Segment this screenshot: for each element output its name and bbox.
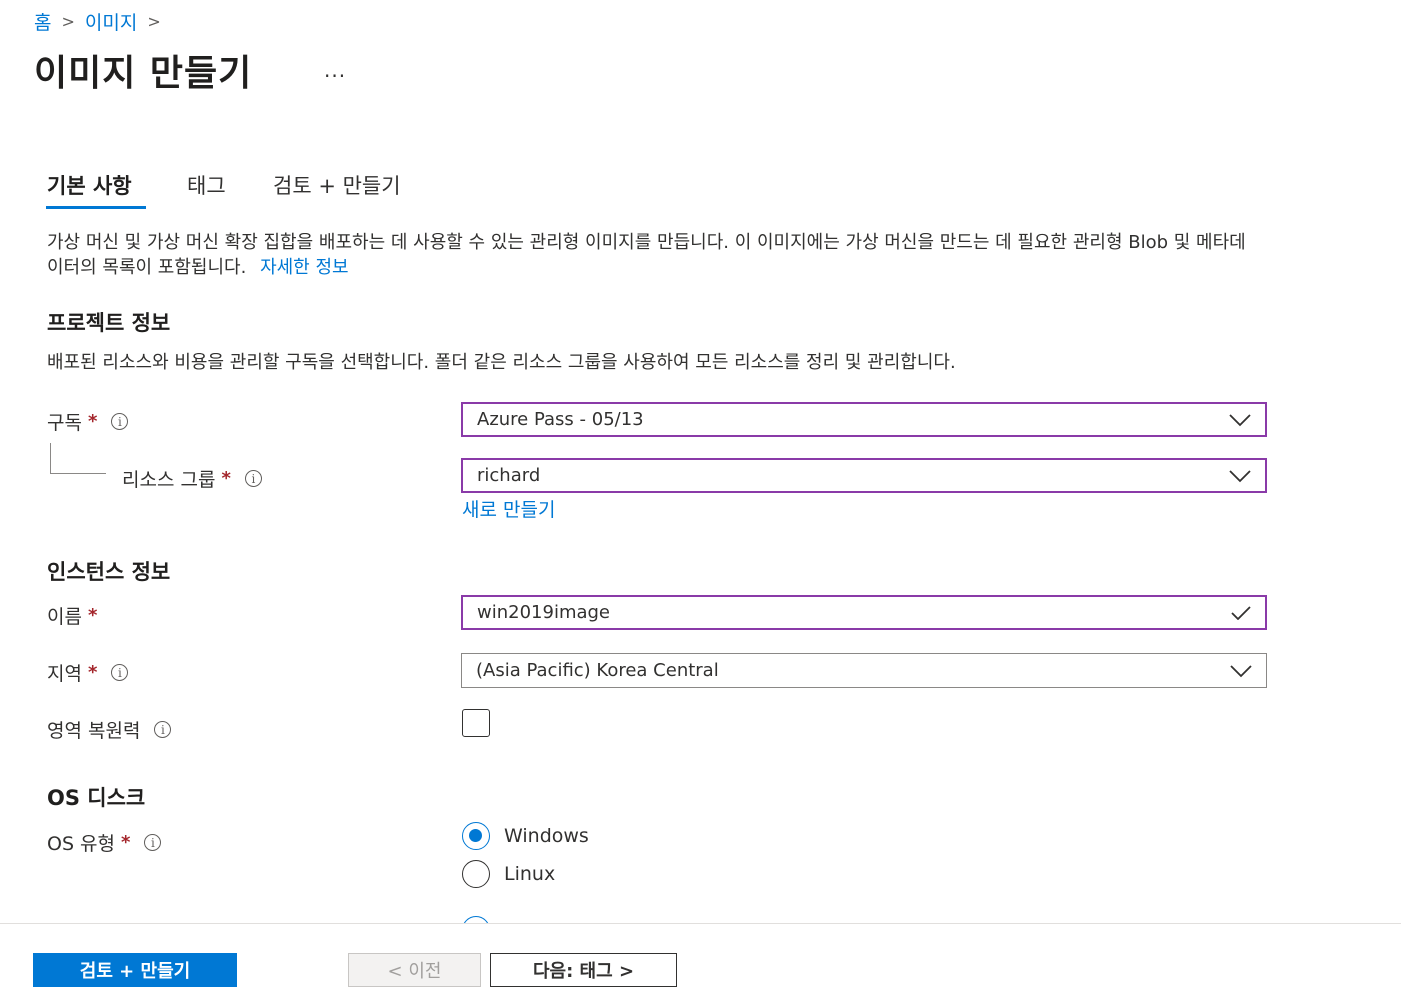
os-type-label-text: OS 유형 xyxy=(47,833,116,855)
chevron-right-icon: > xyxy=(61,12,75,31)
tab-basics[interactable]: 기본 사항 xyxy=(47,170,132,200)
checkmark-icon xyxy=(1231,605,1251,620)
breadcrumb-images-link[interactable]: 이미지 xyxy=(85,8,137,35)
zone-resiliency-label: 영역 복원력 i xyxy=(47,716,172,743)
breadcrumb-home-link[interactable]: 홈 xyxy=(34,8,51,35)
previous-button[interactable]: < 이전 xyxy=(348,953,481,987)
name-label-text: 이름 xyxy=(47,606,82,628)
next-tags-button[interactable]: 다음: 태그 > xyxy=(490,953,677,987)
os-option-windows[interactable]: Windows xyxy=(462,822,589,850)
tree-connector-vertical xyxy=(50,443,51,473)
review-create-button[interactable]: 검토 + 만들기 xyxy=(33,953,237,987)
chevron-down-icon xyxy=(1230,664,1252,677)
required-indicator: * xyxy=(87,411,98,432)
subscription-value: Azure Pass - 05/13 xyxy=(477,409,644,430)
resource-group-label-text: 리소스 그룹 xyxy=(122,469,216,491)
footer-divider xyxy=(0,923,1401,924)
breadcrumb: 홈 > 이미지 > xyxy=(34,8,161,35)
subscription-label: 구독 * i xyxy=(47,408,129,435)
intro-text: 가상 머신 및 가상 머신 확장 집합을 배포하는 데 사용할 수 있는 관리형… xyxy=(47,232,1246,278)
chevron-down-icon xyxy=(1229,469,1251,482)
required-indicator: * xyxy=(87,605,98,626)
info-icon[interactable]: i xyxy=(144,834,162,851)
region-dropdown[interactable]: (Asia Pacific) Korea Central xyxy=(461,653,1267,688)
info-icon[interactable]: i xyxy=(111,664,129,681)
required-indicator: * xyxy=(87,662,98,683)
intro-description: 가상 머신 및 가상 머신 확장 집합을 배포하는 데 사용할 수 있는 관리형… xyxy=(47,230,1247,280)
tab-tags[interactable]: 태그 xyxy=(187,170,226,200)
region-label-text: 지역 xyxy=(47,663,82,685)
os-type-label: OS 유형 * i xyxy=(47,829,162,856)
chevron-right-icon: > xyxy=(147,12,161,31)
instance-details-heading: 인스턴스 정보 xyxy=(47,560,171,584)
learn-more-link[interactable]: 자세한 정보 xyxy=(260,257,349,278)
project-description: 배포된 리소스와 비용을 관리할 구독을 선택합니다. 폴더 같은 리소스 그룹… xyxy=(47,352,956,373)
active-tab-indicator xyxy=(46,206,146,209)
subscription-label-text: 구독 xyxy=(47,412,82,434)
tree-connector-horizontal xyxy=(50,473,106,474)
info-icon[interactable]: i xyxy=(154,721,172,738)
required-indicator: * xyxy=(121,832,131,853)
region-label: 지역 * i xyxy=(47,659,129,686)
radio-selected-icon[interactable] xyxy=(462,822,490,850)
zone-resiliency-checkbox[interactable] xyxy=(462,709,490,737)
name-value: win2019image xyxy=(477,602,611,623)
name-label: 이름 * xyxy=(47,602,97,629)
required-indicator: * xyxy=(221,468,231,489)
info-icon[interactable]: i xyxy=(111,413,129,430)
tab-review-create[interactable]: 검토 + 만들기 xyxy=(273,170,401,200)
subscription-dropdown[interactable]: Azure Pass - 05/13 xyxy=(461,402,1267,437)
chevron-down-icon xyxy=(1229,413,1251,426)
page-title: 이미지 만들기 xyxy=(34,53,253,94)
more-options-icon[interactable]: ... xyxy=(324,58,346,82)
os-disk-heading: OS 디스크 xyxy=(47,786,146,810)
name-input[interactable]: win2019image xyxy=(461,595,1267,630)
os-option-linux-label: Linux xyxy=(504,863,556,885)
os-option-windows-label: Windows xyxy=(504,825,589,847)
create-new-resource-group-link[interactable]: 새로 만들기 xyxy=(462,495,555,522)
region-value: (Asia Pacific) Korea Central xyxy=(476,660,719,681)
resource-group-label: 리소스 그룹 * i xyxy=(122,465,262,492)
resource-group-dropdown[interactable]: richard xyxy=(461,458,1267,493)
resource-group-value: richard xyxy=(477,465,541,486)
os-option-linux[interactable]: Linux xyxy=(462,860,555,888)
project-details-heading: 프로젝트 정보 xyxy=(47,311,171,335)
radio-unselected-icon[interactable] xyxy=(462,860,490,888)
info-icon[interactable]: i xyxy=(244,470,262,487)
zone-resiliency-label-text: 영역 복원력 xyxy=(47,720,141,742)
